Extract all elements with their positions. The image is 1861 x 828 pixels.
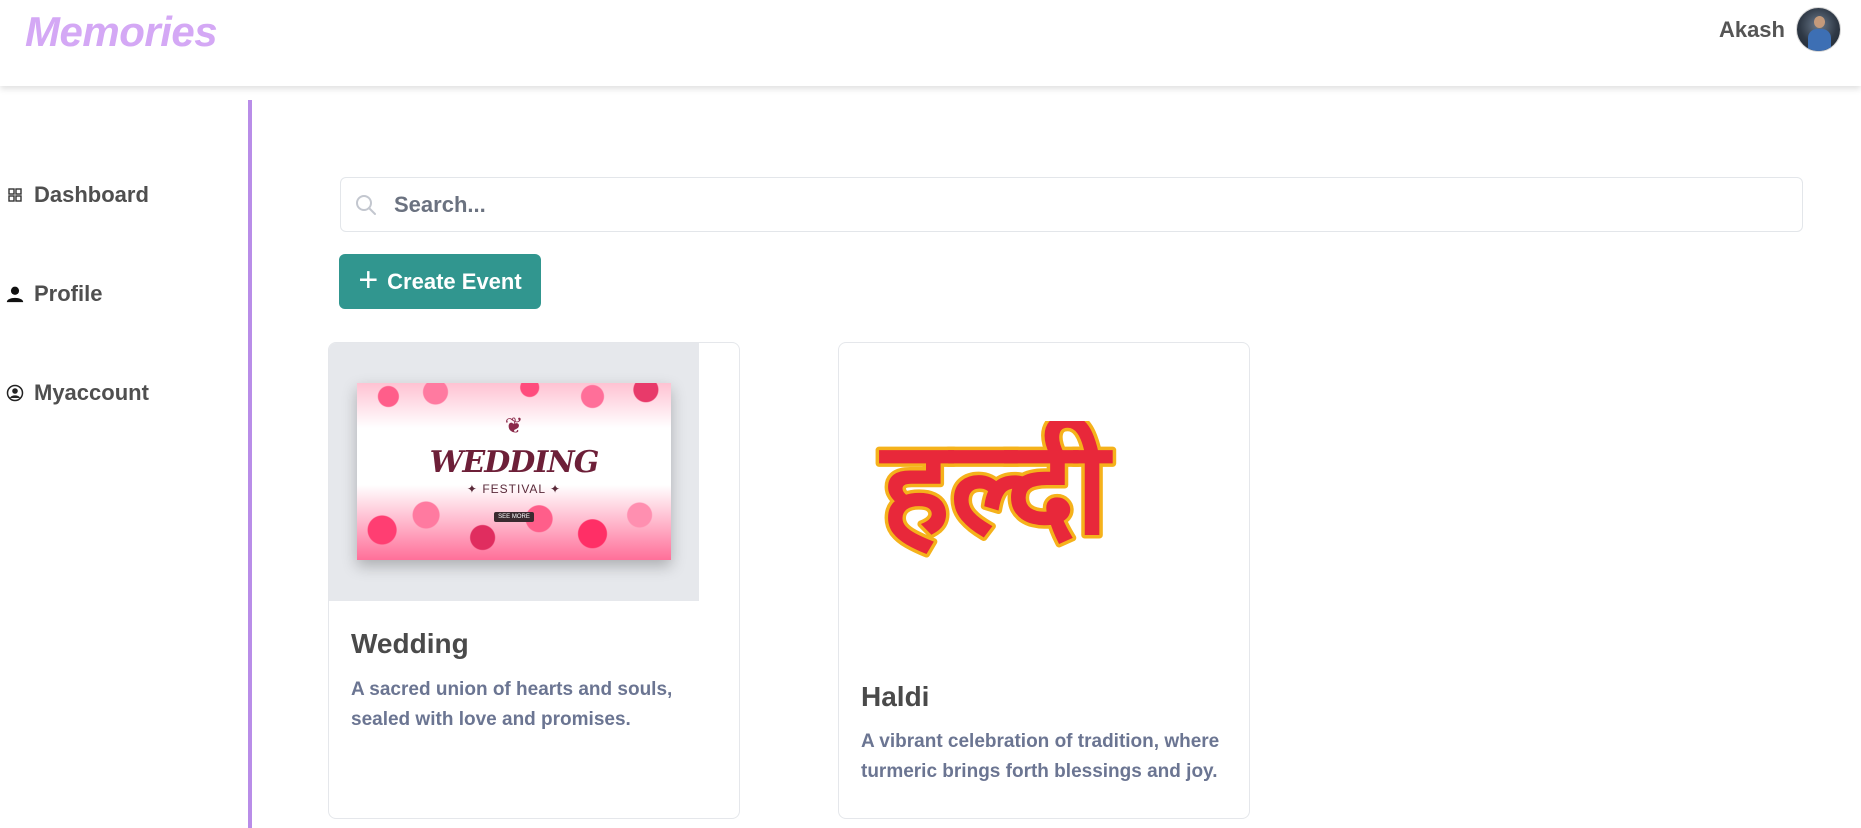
sidebar-item-label: Dashboard [34, 182, 149, 207]
sidebar-item-label: Myaccount [34, 380, 149, 405]
app-logo[interactable]: Memories [25, 8, 218, 56]
wedding-banner-button: SEE MORE [494, 512, 534, 522]
wedding-banner-title: WEDDING [429, 445, 600, 480]
user-icon [6, 285, 24, 303]
account-circle-icon [6, 384, 24, 402]
event-card-wedding[interactable]: ❦ WEDDING ✦ FESTIVAL ✦ SEE MORE Wedding … [328, 342, 740, 819]
avatar-head [1814, 16, 1825, 28]
sidebar-item-dashboard[interactable]: Dashboard [6, 182, 149, 208]
avatar-body [1808, 29, 1831, 51]
plus-icon: + [358, 260, 379, 299]
search-input[interactable] [394, 178, 1774, 231]
wedding-banner-subtitle: ✦ FESTIVAL ✦ [466, 482, 562, 496]
user-menu[interactable]: Akash [1719, 7, 1841, 52]
sidebar-item-profile[interactable]: Profile [6, 281, 102, 307]
search-icon [355, 194, 377, 216]
sidebar: Dashboard Profile Myaccount [0, 100, 252, 828]
username-label[interactable]: Akash [1719, 17, 1785, 43]
rose-petals-bottom [357, 485, 671, 560]
ornament-icon: ❦ [504, 413, 524, 438]
top-header: Memories Akash [0, 0, 1861, 86]
create-event-button[interactable]: + Create Event [339, 254, 541, 309]
sidebar-item-label: Profile [34, 281, 103, 306]
grid-icon [6, 186, 24, 204]
event-title: Wedding [351, 628, 469, 659]
avatar[interactable] [1796, 7, 1841, 52]
sidebar-item-myaccount[interactable]: Myaccount [6, 380, 149, 406]
create-event-label: Create Event [387, 268, 522, 294]
wedding-image: ❦ WEDDING ✦ FESTIVAL ✦ SEE MORE [329, 343, 699, 601]
wedding-banner: ❦ WEDDING ✦ FESTIVAL ✦ SEE MORE [357, 383, 671, 560]
event-description: A vibrant celebration of tradition, wher… [861, 731, 1220, 782]
event-title: Haldi [861, 681, 930, 712]
haldi-image-text: हल्दी [878, 421, 1113, 564]
wedding-banner-subtitle-text: FESTIVAL [482, 482, 546, 496]
event-description: A sacred union of hearts and souls, seal… [351, 679, 673, 730]
haldi-image: हल्दी [875, 421, 1117, 568]
event-card-haldi[interactable]: हल्दी Haldi A vibrant celebration of tra… [838, 342, 1250, 819]
search-bar [340, 177, 1803, 232]
